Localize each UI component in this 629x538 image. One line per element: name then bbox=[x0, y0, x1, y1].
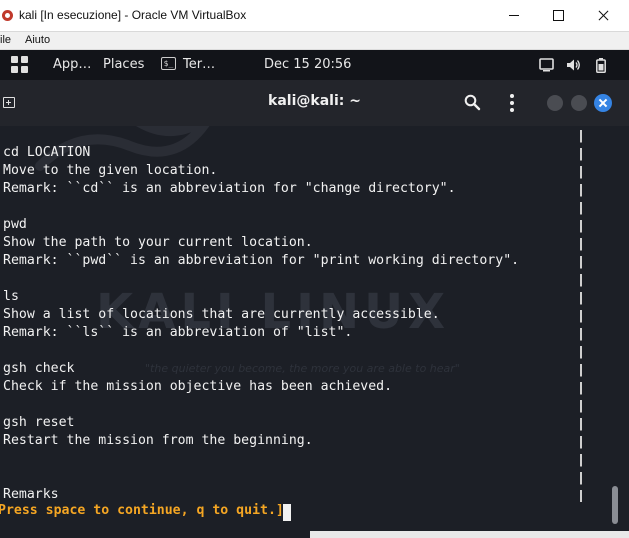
battery-icon[interactable] bbox=[596, 58, 606, 73]
volume-icon[interactable] bbox=[566, 58, 581, 72]
clock[interactable]: Dec 15 20:56 bbox=[264, 57, 351, 72]
places-menu[interactable]: Places bbox=[103, 57, 144, 72]
pager-border-line bbox=[580, 130, 582, 502]
terminal-body[interactable]: KALI LINUX "the quieter you become, the … bbox=[0, 126, 629, 538]
kali-top-panel: App… Places $_ Ter… Dec 15 20:56 bbox=[0, 50, 629, 80]
terminal-maximize-button[interactable] bbox=[571, 95, 587, 111]
menu-item-help[interactable]: Aiuto bbox=[25, 34, 50, 46]
window-title-bar: kali [In esecuzione] - Oracle VM Virtual… bbox=[0, 0, 629, 32]
window-title: kali [In esecuzione] - Oracle VM Virtual… bbox=[19, 8, 247, 22]
terminal-minimize-button[interactable] bbox=[547, 95, 563, 111]
applications-menu[interactable]: App… bbox=[53, 57, 91, 72]
text-cursor bbox=[283, 504, 291, 521]
menu-item-file[interactable]: ile bbox=[0, 34, 11, 46]
minimize-button[interactable] bbox=[491, 0, 537, 31]
terminal-title: kali@kali: ~ bbox=[268, 93, 361, 109]
maximize-button[interactable] bbox=[535, 0, 581, 31]
kebab-menu-icon[interactable] bbox=[508, 93, 516, 113]
apps-grid-icon[interactable] bbox=[11, 56, 28, 73]
terminal-output: cd LOCATION Move to the given location. … bbox=[3, 145, 520, 502]
screen-icon[interactable] bbox=[539, 58, 554, 72]
pager-prompt: Press space to continue, q to quit.] bbox=[0, 503, 284, 518]
virtualbox-icon bbox=[2, 10, 13, 21]
search-icon[interactable] bbox=[464, 94, 481, 111]
vbox-status-bar bbox=[310, 531, 629, 538]
terminal-header-bar: kali@kali: ~ bbox=[0, 80, 629, 126]
scrollbar-thumb[interactable] bbox=[612, 486, 618, 524]
terminal-close-button[interactable] bbox=[594, 94, 612, 112]
terminal-app-menu[interactable]: Ter… bbox=[183, 57, 215, 72]
close-window-button[interactable] bbox=[580, 0, 626, 31]
terminal-icon: $_ bbox=[161, 57, 176, 70]
vbox-menu-bar: ile Aiuto bbox=[0, 32, 629, 50]
